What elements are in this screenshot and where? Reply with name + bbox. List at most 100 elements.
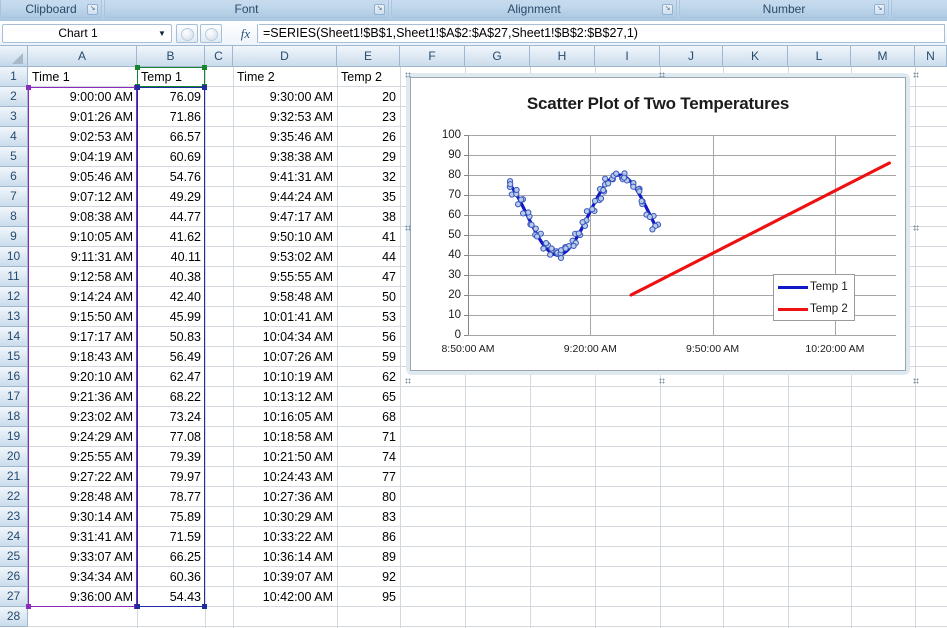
- row-header-16[interactable]: 16: [0, 367, 28, 387]
- cell-a3[interactable]: 9:01:26 AM: [29, 107, 136, 127]
- column-header-j[interactable]: J: [660, 46, 723, 66]
- cell-e4[interactable]: 26: [338, 127, 399, 147]
- cell-d10[interactable]: 9:53:02 AM: [234, 247, 336, 267]
- column-header-g[interactable]: G: [465, 46, 530, 66]
- cell-b22[interactable]: 78.77: [138, 487, 204, 507]
- row-header-20[interactable]: 20: [0, 447, 28, 467]
- row-header-6[interactable]: 6: [0, 167, 28, 187]
- row-header-11[interactable]: 11: [0, 267, 28, 287]
- cell-d21[interactable]: 10:24:43 AM: [234, 467, 336, 487]
- cell-a23[interactable]: 9:30:14 AM: [29, 507, 136, 527]
- cell-d23[interactable]: 10:30:29 AM: [234, 507, 336, 527]
- chart-object[interactable]: Scatter Plot of Two Temperatures 0 10 20 30…: [405, 72, 919, 384]
- cell-a11[interactable]: 9:12:58 AM: [29, 267, 136, 287]
- cell-a5[interactable]: 9:04:19 AM: [29, 147, 136, 167]
- cell-d6[interactable]: 9:41:31 AM: [234, 167, 336, 187]
- cell-e24[interactable]: 86: [338, 527, 399, 547]
- row-header-8[interactable]: 8: [0, 207, 28, 227]
- row-header-10[interactable]: 10: [0, 247, 28, 267]
- formula-input[interactable]: =SERIES(Sheet1!$B$1,Sheet1!$A$2:$A$27,Sh…: [259, 24, 945, 43]
- row-header-27[interactable]: 27: [0, 587, 28, 607]
- cell-b14[interactable]: 50.83: [138, 327, 204, 347]
- dialog-launcher-icon[interactable]: ↘: [87, 4, 98, 15]
- cell-b21[interactable]: 79.97: [138, 467, 204, 487]
- column-header-b[interactable]: B: [137, 46, 205, 66]
- cell-d7[interactable]: 9:44:24 AM: [234, 187, 336, 207]
- cell-b15[interactable]: 56.49: [138, 347, 204, 367]
- cell-d19[interactable]: 10:18:58 AM: [234, 427, 336, 447]
- row-header-14[interactable]: 14: [0, 327, 28, 347]
- column-header-f[interactable]: F: [400, 46, 465, 66]
- row-header-3[interactable]: 3: [0, 107, 28, 127]
- cell-a21[interactable]: 9:27:22 AM: [29, 467, 136, 487]
- cell-d9[interactable]: 9:50:10 AM: [234, 227, 336, 247]
- row-header-9[interactable]: 9: [0, 227, 28, 247]
- cancel-entry-button[interactable]: [176, 24, 198, 43]
- cell-d25[interactable]: 10:36:14 AM: [234, 547, 336, 567]
- cell-e13[interactable]: 53: [338, 307, 399, 327]
- cell-e16[interactable]: 62: [338, 367, 399, 387]
- row-header-15[interactable]: 15: [0, 347, 28, 367]
- cell-d1[interactable]: Time 2: [234, 67, 336, 87]
- column-header-d[interactable]: D: [233, 46, 337, 66]
- cell-d16[interactable]: 10:10:19 AM: [234, 367, 336, 387]
- cell-b7[interactable]: 49.29: [138, 187, 204, 207]
- cell-d22[interactable]: 10:27:36 AM: [234, 487, 336, 507]
- row-header-24[interactable]: 24: [0, 527, 28, 547]
- cell-e15[interactable]: 59: [338, 347, 399, 367]
- cell-a26[interactable]: 9:34:34 AM: [29, 567, 136, 587]
- chevron-down-icon[interactable]: ▼: [153, 25, 171, 42]
- cell-e6[interactable]: 32: [338, 167, 399, 187]
- row-header-22[interactable]: 22: [0, 487, 28, 507]
- row-header-4[interactable]: 4: [0, 127, 28, 147]
- cell-e5[interactable]: 29: [338, 147, 399, 167]
- cell-d20[interactable]: 10:21:50 AM: [234, 447, 336, 467]
- cell-b8[interactable]: 44.77: [138, 207, 204, 227]
- column-header-i[interactable]: I: [595, 46, 660, 66]
- ribbon-group-number[interactable]: Number ↘: [679, 0, 889, 18]
- row-header-12[interactable]: 12: [0, 287, 28, 307]
- column-header-e[interactable]: E: [337, 46, 400, 66]
- row-header-26[interactable]: 26: [0, 567, 28, 587]
- cell-d15[interactable]: 10:07:26 AM: [234, 347, 336, 367]
- cell-b1[interactable]: Temp 1: [138, 67, 204, 87]
- row-header-17[interactable]: 17: [0, 387, 28, 407]
- cell-b20[interactable]: 79.39: [138, 447, 204, 467]
- cell-a1[interactable]: Time 1: [29, 67, 136, 87]
- cell-e27[interactable]: 95: [338, 587, 399, 607]
- cell-d3[interactable]: 9:32:53 AM: [234, 107, 336, 127]
- cell-d13[interactable]: 10:01:41 AM: [234, 307, 336, 327]
- chart-legend[interactable]: Temp 1 Temp 2: [773, 274, 855, 321]
- ribbon-group-alignment[interactable]: Alignment ↘: [391, 0, 677, 18]
- select-all-button[interactable]: [0, 46, 28, 66]
- row-header-28[interactable]: 28: [0, 607, 28, 627]
- row-header-13[interactable]: 13: [0, 307, 28, 327]
- row-header-2[interactable]: 2: [0, 87, 28, 107]
- cell-a13[interactable]: 9:15:50 AM: [29, 307, 136, 327]
- cell-b3[interactable]: 71.86: [138, 107, 204, 127]
- cell-e7[interactable]: 35: [338, 187, 399, 207]
- cell-a14[interactable]: 9:17:17 AM: [29, 327, 136, 347]
- cell-e25[interactable]: 89: [338, 547, 399, 567]
- row-header-5[interactable]: 5: [0, 147, 28, 167]
- cell-a10[interactable]: 9:11:31 AM: [29, 247, 136, 267]
- chart-title[interactable]: Scatter Plot of Two Temperatures: [411, 94, 905, 114]
- cell-b13[interactable]: 45.99: [138, 307, 204, 327]
- row-header-25[interactable]: 25: [0, 547, 28, 567]
- column-header-c[interactable]: C: [205, 46, 233, 66]
- cell-d18[interactable]: 10:16:05 AM: [234, 407, 336, 427]
- cell-a27[interactable]: 9:36:00 AM: [29, 587, 136, 607]
- cell-b6[interactable]: 54.76: [138, 167, 204, 187]
- cell-a12[interactable]: 9:14:24 AM: [29, 287, 136, 307]
- cell-d12[interactable]: 9:58:48 AM: [234, 287, 336, 307]
- cell-a17[interactable]: 9:21:36 AM: [29, 387, 136, 407]
- cell-e3[interactable]: 23: [338, 107, 399, 127]
- cell-e12[interactable]: 50: [338, 287, 399, 307]
- cell-d14[interactable]: 10:04:34 AM: [234, 327, 336, 347]
- row-header-21[interactable]: 21: [0, 467, 28, 487]
- cell-a16[interactable]: 9:20:10 AM: [29, 367, 136, 387]
- cell-e2[interactable]: 20: [338, 87, 399, 107]
- cell-d2[interactable]: 9:30:00 AM: [234, 87, 336, 107]
- cell-a6[interactable]: 9:05:46 AM: [29, 167, 136, 187]
- ribbon-group-font[interactable]: Font ↘: [104, 0, 389, 18]
